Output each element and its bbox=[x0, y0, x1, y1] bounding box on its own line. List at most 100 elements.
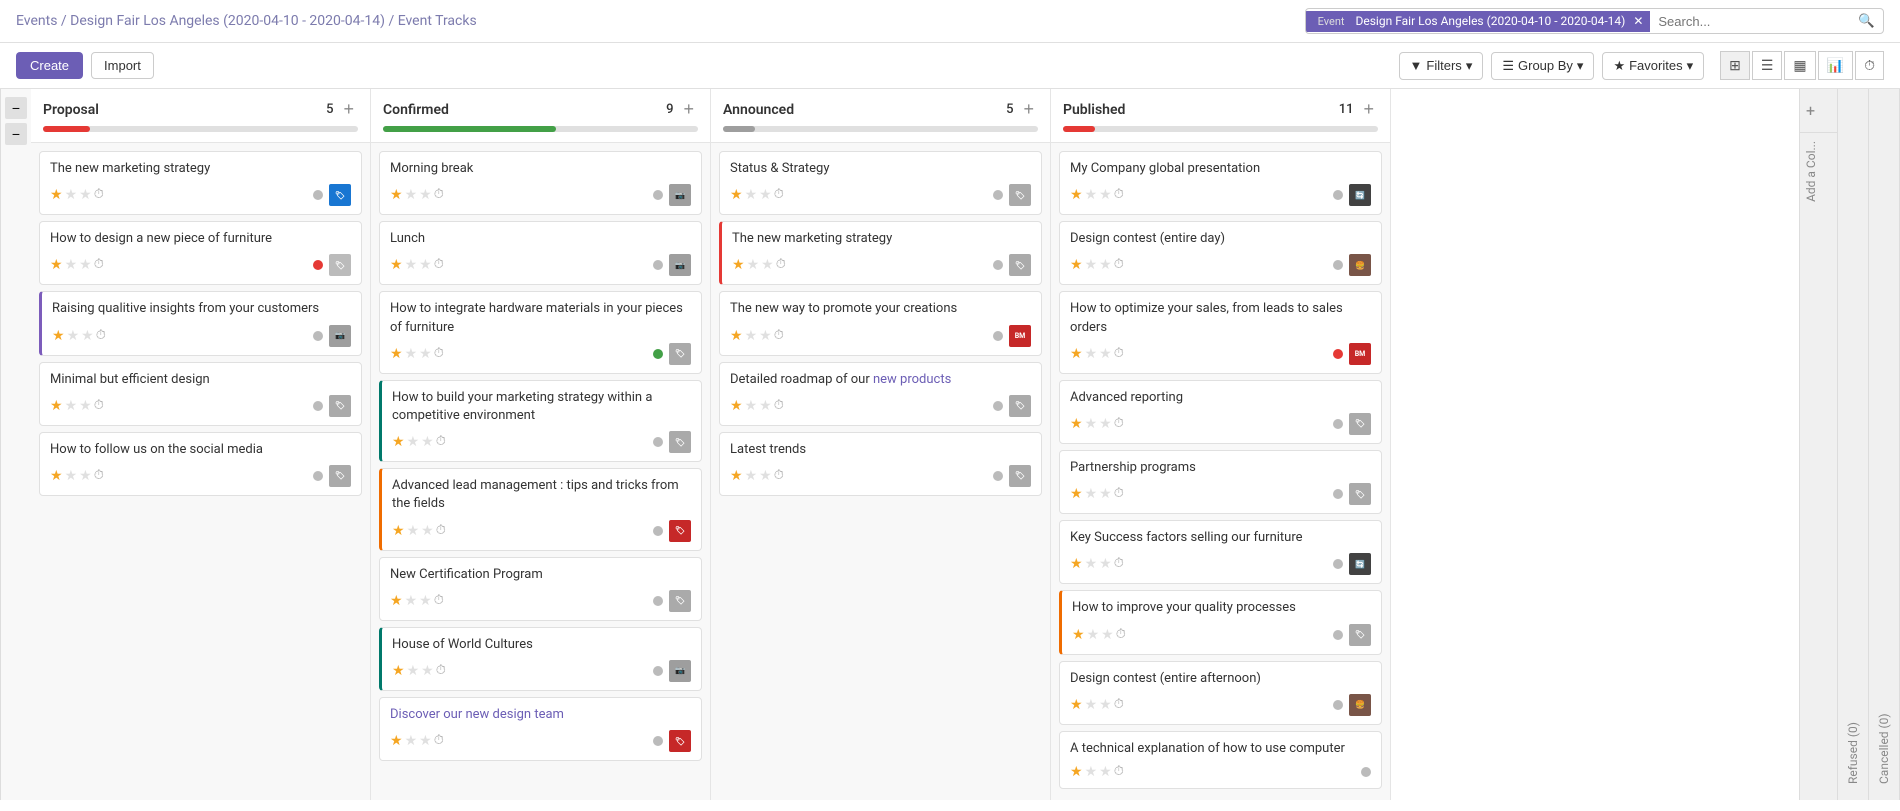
stars-3: ★ ★ ★ ⏱ bbox=[52, 328, 106, 344]
event-tag-value: Design Fair Los Angeles (2020-04-10 - 20… bbox=[1356, 14, 1626, 28]
create-button[interactable]: Create bbox=[16, 52, 83, 79]
search-button[interactable]: 🔍 bbox=[1850, 9, 1883, 33]
card-title-21: The new marketing strategy bbox=[732, 230, 1031, 248]
scroll-right-button[interactable]: − bbox=[5, 123, 27, 145]
favorites-button[interactable]: ★ Favorites ▾ bbox=[1602, 52, 1704, 80]
card-33[interactable]: Advanced reporting ★★★⏱ 🏷 bbox=[1059, 380, 1382, 444]
star-4-2: ★ bbox=[65, 398, 78, 414]
calendar-view-button[interactable]: ▦ bbox=[1784, 51, 1815, 80]
card-5[interactable]: How to follow us on the social media ★ ★… bbox=[39, 432, 362, 496]
card-23[interactable]: Detailed roadmap of our new products ★★★… bbox=[719, 362, 1042, 426]
card-30[interactable]: My Company global presentation ★★★⏱ 🔄 bbox=[1059, 151, 1382, 215]
add-column-button[interactable]: + bbox=[1800, 89, 1837, 133]
card-3[interactable]: Raising qualitive insights from your cus… bbox=[39, 291, 362, 355]
card-title-32: How to optimize your sales, from leads t… bbox=[1070, 300, 1371, 336]
col-title-proposal: Proposal bbox=[43, 102, 99, 118]
card-37[interactable]: Design contest (entire afternoon) ★★★⏱ 🍔 bbox=[1059, 661, 1382, 725]
card-36[interactable]: How to improve your quality processes ★★… bbox=[1059, 590, 1382, 654]
col-count-published: 11 bbox=[1339, 102, 1354, 117]
card-13[interactable]: How to build your marketing strategy wit… bbox=[379, 380, 702, 462]
breadcrumb-event[interactable]: Design Fair Los Angeles (2020-04-10 - 20… bbox=[70, 13, 385, 29]
avatar-1: 🏷 bbox=[329, 184, 351, 206]
cancelled-label: Cancelled (0) bbox=[1877, 713, 1891, 784]
side-collapsed: Refused (0) Cancelled (0) bbox=[1837, 89, 1900, 800]
kanban-view-button[interactable]: ⊞ bbox=[1720, 51, 1750, 80]
group-by-button[interactable]: ☰ Group By ▾ bbox=[1491, 52, 1594, 80]
progress-bar-announced bbox=[723, 126, 1038, 132]
star-1-1: ★ bbox=[50, 187, 63, 203]
card-title-37: Design contest (entire afternoon) bbox=[1070, 670, 1371, 688]
card-15[interactable]: New Certification Program ★★★⏱ 🏷 bbox=[379, 557, 702, 621]
avatar-4: 🏷 bbox=[329, 395, 351, 417]
view-icons: ⊞ ☰ ▦ 📊 ⏱ bbox=[1720, 51, 1884, 80]
refused-col[interactable]: Refused (0) bbox=[1838, 89, 1869, 800]
card-title-2: How to design a new piece of furniture bbox=[50, 230, 351, 248]
card-10[interactable]: Morning break ★★★⏱ 📷 bbox=[379, 151, 702, 215]
star-4-3: ★ bbox=[79, 398, 92, 414]
card-21[interactable]: The new marketing strategy ★★★⏱ 🏷 bbox=[719, 221, 1042, 285]
dot-3 bbox=[313, 331, 323, 341]
card-17[interactable]: Discover our new design team ★★★⏱ 🏷 bbox=[379, 697, 702, 761]
card-title-34: Partnership programs bbox=[1070, 459, 1371, 477]
clock-5: ⏱ bbox=[94, 468, 104, 484]
scroll-buttons: − − bbox=[0, 89, 31, 800]
star-3-2: ★ bbox=[67, 328, 80, 344]
group-by-chevron: ▾ bbox=[1577, 58, 1584, 74]
card-title-12: How to integrate hardware materials in y… bbox=[390, 300, 691, 336]
card-title-30: My Company global presentation bbox=[1070, 160, 1371, 178]
card-11[interactable]: Lunch ★★★⏱ 📷 bbox=[379, 221, 702, 285]
card-20[interactable]: Status & Strategy ★★★⏱ 🏷 bbox=[719, 151, 1042, 215]
star-2-1: ★ bbox=[50, 257, 63, 273]
card-12[interactable]: ⋮ How to integrate hardware materials in… bbox=[379, 291, 702, 373]
card-title-4: Minimal but efficient design bbox=[50, 371, 351, 389]
card-title-15: New Certification Program bbox=[390, 566, 691, 584]
breadcrumb-events[interactable]: Events bbox=[16, 13, 57, 29]
col-add-proposal[interactable]: + bbox=[339, 99, 358, 120]
col-add-published[interactable]: + bbox=[1359, 99, 1378, 120]
clock-1: ⏱ bbox=[94, 187, 104, 203]
star-4-1: ★ bbox=[50, 398, 63, 414]
card-16[interactable]: House of World Cultures ★★★⏱ 📷 bbox=[379, 627, 702, 691]
card-1[interactable]: The new marketing strategy ★ ★ ★ ⏱ 🏷 bbox=[39, 151, 362, 215]
card-22[interactable]: The new way to promote your creations ★★… bbox=[719, 291, 1042, 355]
kanban-board: Proposal 5 + The new marketing strategy bbox=[31, 89, 1799, 800]
scroll-left-button[interactable]: − bbox=[5, 97, 27, 119]
search-input[interactable] bbox=[1650, 10, 1850, 33]
filters-button[interactable]: ▼ Filters ▾ bbox=[1399, 52, 1484, 80]
settings-view-button[interactable]: ⏱ bbox=[1855, 51, 1884, 80]
add-col-text: Add a Col... bbox=[1804, 141, 1818, 202]
star-1-3: ★ bbox=[79, 187, 92, 203]
card-38[interactable]: A technical explanation of how to use co… bbox=[1059, 731, 1382, 789]
stars-4: ★ ★ ★ ⏱ bbox=[50, 398, 104, 414]
cancelled-col[interactable]: Cancelled (0) bbox=[1869, 89, 1900, 800]
card-24[interactable]: Latest trends ★★★⏱ 🏷 bbox=[719, 432, 1042, 496]
card-4[interactable]: Minimal but efficient design ★ ★ ★ ⏱ 🏷 bbox=[39, 362, 362, 426]
col-add-announced[interactable]: + bbox=[1019, 99, 1038, 120]
card-34[interactable]: Partnership programs ★★★⏱ 🏷 bbox=[1059, 450, 1382, 514]
import-button[interactable]: Import bbox=[91, 52, 154, 79]
stars-2: ★ ★ ★ ⏱ bbox=[50, 257, 104, 273]
card-title-14: Advanced lead management : tips and tric… bbox=[392, 477, 691, 513]
card-2[interactable]: How to design a new piece of furniture ★… bbox=[39, 221, 362, 285]
card-35[interactable]: Key Success factors selling our furnitur… bbox=[1059, 520, 1382, 584]
event-tag-close[interactable]: ✕ bbox=[1633, 14, 1643, 28]
list-view-button[interactable]: ☰ bbox=[1752, 51, 1783, 80]
avatar-2: 🏷 bbox=[329, 254, 351, 276]
card-32[interactable]: How to optimize your sales, from leads t… bbox=[1059, 291, 1382, 373]
card-title-3: Raising qualitive insights from your cus… bbox=[52, 300, 351, 318]
dot-2 bbox=[313, 260, 323, 270]
column-announced: Announced 5 + Status & Strategy bbox=[711, 89, 1051, 800]
card-bottom-4: ★ ★ ★ ⏱ 🏷 bbox=[50, 395, 351, 417]
col-add-confirmed[interactable]: + bbox=[679, 99, 698, 120]
chart-view-button[interactable]: 📊 bbox=[1818, 51, 1853, 80]
filter-icon: ▼ bbox=[1410, 58, 1423, 73]
progress-fill-confirmed bbox=[383, 126, 556, 132]
card-31[interactable]: Design contest (entire day) ★★★⏱ 🍔 bbox=[1059, 221, 1382, 285]
col-header-confirmed: Confirmed 9 + bbox=[371, 89, 710, 143]
col-cards-confirmed: Morning break ★★★⏱ 📷 Lunch ★★★⏱ 📷 bbox=[371, 143, 710, 800]
collapsed-area: + Add a Col... bbox=[1799, 89, 1837, 800]
col-cards-proposal: The new marketing strategy ★ ★ ★ ⏱ 🏷 bbox=[31, 143, 370, 800]
favorites-chevron: ▾ bbox=[1687, 58, 1694, 74]
top-right: Event Design Fair Los Angeles (2020-04-1… bbox=[1305, 8, 1884, 34]
card-14[interactable]: Advanced lead management : tips and tric… bbox=[379, 468, 702, 550]
